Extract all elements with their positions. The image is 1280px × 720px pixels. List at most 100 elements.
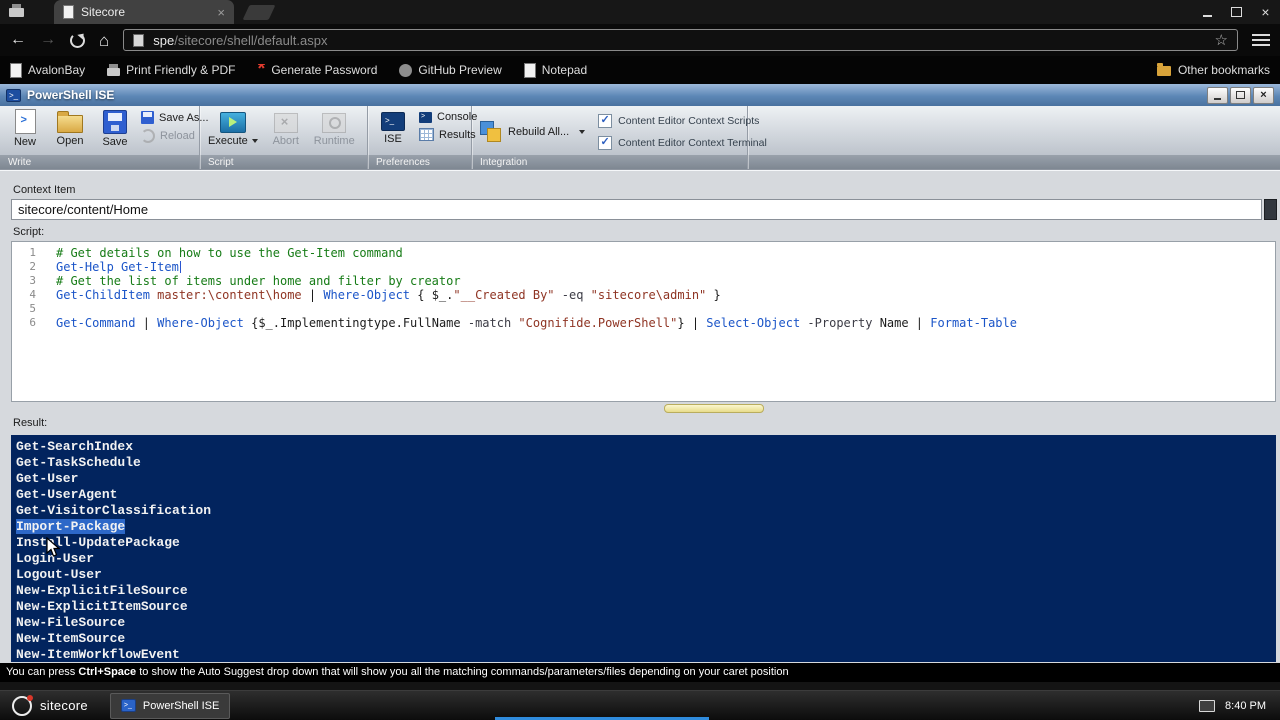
open-folder-icon: [57, 111, 83, 133]
other-bookmarks-button[interactable]: Other bookmarks: [1156, 63, 1270, 77]
content-editor-context-terminal-checkbox[interactable]: Content Editor Context Terminal: [598, 135, 767, 150]
ise-window-controls: ×: [1207, 86, 1274, 104]
ise-close-button[interactable]: ×: [1253, 86, 1274, 104]
ribbon-label-integration: Integration: [480, 157, 528, 168]
refresh-icon[interactable]: [70, 32, 85, 48]
bookmark-label: Print Friendly & PDF: [126, 63, 236, 77]
content-editor-context-scripts-checkbox[interactable]: Content Editor Context Scripts: [598, 113, 767, 128]
minimize-icon: [1203, 15, 1212, 17]
code-line[interactable]: 4 Get-ChildItem master:\content\home | Wh…: [12, 288, 1275, 302]
forward-icon[interactable]: →: [40, 32, 56, 48]
code-line[interactable]: 5: [12, 302, 1275, 316]
back-icon[interactable]: ←: [10, 32, 26, 48]
window-maximize-button[interactable]: [1222, 0, 1251, 24]
result-item[interactable]: New-ExplicitItemSource: [16, 599, 1276, 615]
ise-restore-button[interactable]: [1230, 86, 1251, 104]
result-item[interactable]: New-ItemWorkflowEvent: [16, 647, 1276, 662]
code-line[interactable]: 1 # Get details on how to use the Get-Ite…: [12, 246, 1275, 260]
ribbon-label-script: Script: [208, 157, 234, 168]
result-item[interactable]: New-FileSource: [16, 615, 1276, 631]
runtime-button[interactable]: Runtime: [312, 108, 357, 155]
save-button[interactable]: Save: [96, 108, 134, 155]
result-item[interactable]: Get-User: [16, 471, 1276, 487]
script-editor[interactable]: 1 # Get details on how to use the Get-Ite…: [11, 241, 1276, 402]
ise-minimize-button[interactable]: [1207, 86, 1228, 104]
system-tray: 8:40 PM: [1199, 699, 1280, 712]
sitecore-logo-icon: [12, 694, 33, 716]
new-button-label: New: [13, 136, 36, 148]
window-minimize-button[interactable]: [1193, 0, 1222, 24]
line-number: 3: [29, 274, 36, 287]
browser-menu-icon[interactable]: [1252, 34, 1270, 46]
result-item[interactable]: Get-UserAgent: [16, 487, 1276, 503]
browser-tab-sitecore[interactable]: Sitecore ×: [54, 0, 234, 24]
open-button[interactable]: Open: [51, 108, 89, 155]
result-text: Get-UserAgent: [16, 487, 118, 502]
home-icon[interactable]: ⌂: [99, 32, 109, 49]
abort-button[interactable]: Abort: [267, 108, 305, 155]
status-bar: You can press Ctrl+Space to show the Aut…: [0, 663, 1280, 682]
results-panel[interactable]: Get-SearchIndex Get-TaskSchedule Get-User G…: [11, 435, 1276, 662]
code-text: # Get details on how to use the Get-Item…: [56, 246, 403, 260]
tab-title: Sitecore: [81, 5, 126, 19]
save-as-button[interactable]: Save As...: [141, 111, 209, 124]
result-item[interactable]: Get-VisitorClassification: [16, 503, 1276, 519]
bookmark-item[interactable]: AvalonBay: [10, 62, 85, 78]
script-label: Script:: [13, 226, 45, 238]
save-icon: [103, 110, 127, 134]
code-line[interactable]: 2 Get-Help Get-Item: [12, 260, 1275, 274]
reload-button[interactable]: Reload: [141, 129, 209, 143]
save-as-icon: [141, 111, 154, 124]
results-grid-icon: [419, 128, 434, 141]
window-close-button[interactable]: ×: [1251, 0, 1280, 24]
context-item-browse-button[interactable]: [1264, 199, 1277, 220]
ise-titlebar[interactable]: PowerShell ISE ×: [0, 84, 1280, 106]
result-text: New-ExplicitItemSource: [16, 599, 188, 614]
text-caret: [179, 261, 182, 273]
rebuild-all-button[interactable]: Rebuild All...: [478, 108, 587, 155]
results-button[interactable]: Results: [419, 128, 477, 141]
address-bar[interactable]: spe/sitecore/shell/default.aspx ☆: [123, 29, 1238, 51]
result-item[interactable]: New-ExplicitFileSource: [16, 583, 1276, 599]
url-host: spe: [153, 32, 175, 48]
new-tab-button[interactable]: [242, 5, 276, 20]
bookmark-item[interactable]: Print Friendly & PDF: [107, 63, 236, 77]
context-item-input[interactable]: [11, 199, 1262, 220]
result-item[interactable]: Login-User: [16, 551, 1276, 567]
code-line[interactable]: 6 Get-Command | Where-Object {$_.Implemen…: [12, 316, 1275, 330]
result-item[interactable]: Import-Package: [16, 519, 1276, 535]
taskbar-task-powershell-ise[interactable]: PowerShell ISE: [109, 692, 231, 719]
result-text: Logout-User: [16, 567, 102, 582]
ise-ribbon: New Open Save Save As...: [0, 106, 1280, 170]
execute-button[interactable]: Execute: [206, 108, 260, 155]
printer-app-icon: [9, 4, 27, 20]
bookmark-item[interactable]: GitHub Preview: [399, 63, 502, 77]
status-text-prefix: You can press: [6, 666, 79, 678]
result-item[interactable]: Get-SearchIndex: [16, 439, 1276, 455]
ise-button[interactable]: ISE: [374, 108, 412, 155]
new-button[interactable]: New: [6, 108, 44, 155]
console-button[interactable]: Console: [419, 111, 477, 123]
tab-close-icon[interactable]: ×: [217, 6, 225, 19]
github-icon: [399, 63, 413, 77]
powershell-icon: [6, 88, 21, 102]
code-text: # Get the list of items under home and f…: [56, 274, 461, 288]
result-item[interactable]: New-ItemSource: [16, 631, 1276, 647]
splitter-handle[interactable]: [664, 404, 764, 413]
bookmark-item[interactable]: Generate Password: [258, 63, 377, 77]
restore-icon: [1236, 91, 1245, 99]
result-item[interactable]: Get-TaskSchedule: [16, 455, 1276, 471]
task-button-label: PowerShell ISE: [142, 699, 220, 712]
bookmark-star-icon[interactable]: ☆: [1215, 33, 1228, 48]
ise-console-icon: [381, 112, 405, 131]
ribbon-group-write: New Open Save Save As...: [0, 106, 209, 169]
result-item[interactable]: Install-UpdatePackage: [16, 535, 1276, 551]
code-line[interactable]: 3 # Get the list of items under home and …: [12, 274, 1275, 288]
result-item[interactable]: Logout-User: [16, 567, 1276, 583]
taskbar-clock[interactable]: 8:40 PM: [1225, 700, 1266, 712]
tray-display-icon[interactable]: [1199, 699, 1216, 712]
bookmark-item[interactable]: Notepad: [523, 62, 587, 78]
ribbon-group-integration: Rebuild All... Content Editor Context Sc…: [472, 106, 767, 169]
start-button[interactable]: sitecore: [0, 691, 100, 720]
